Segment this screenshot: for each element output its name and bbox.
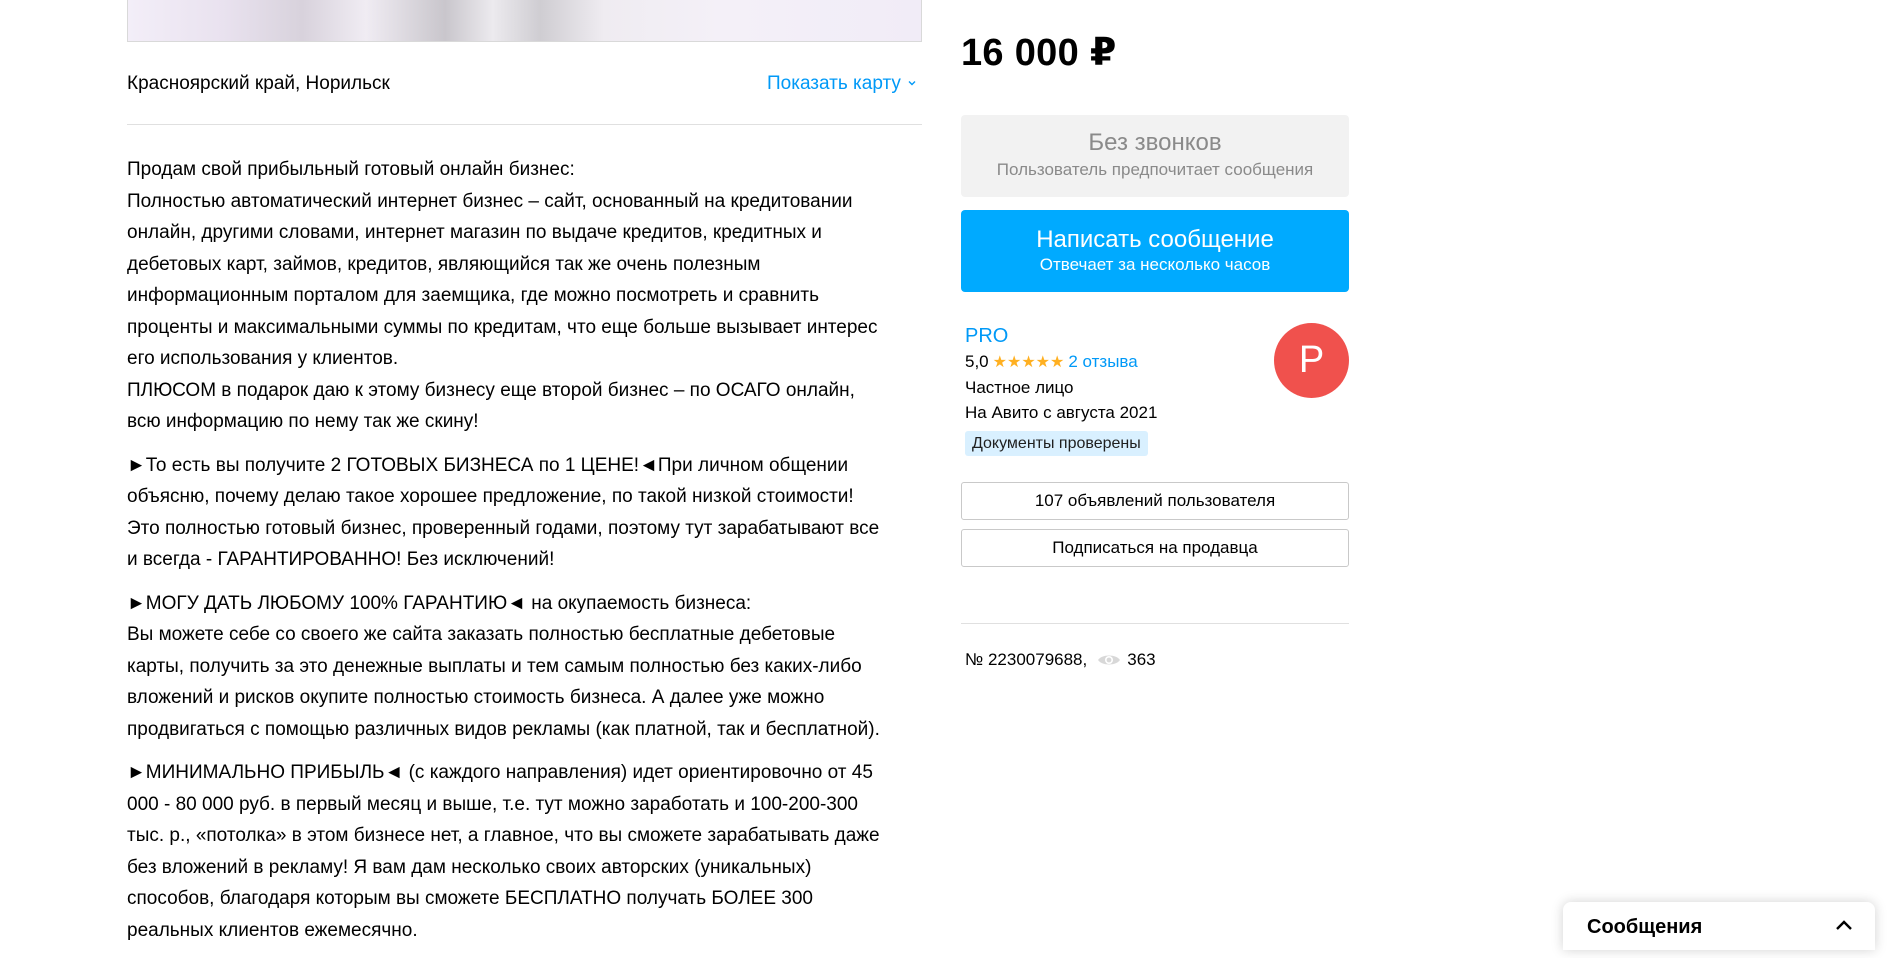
subscribe-seller-button[interactable]: Подписаться на продавца [961, 529, 1349, 567]
description-paragraph: ►МИНИМАЛЬНО ПРИБЫЛЬ◄ (с каждого направле… [127, 762, 880, 941]
rating-stars: ★★★★★ [993, 354, 1065, 371]
seller-name-link[interactable]: PRO [965, 323, 1265, 349]
star-icon: ★ [1050, 354, 1065, 371]
star-icon: ★ [1035, 354, 1051, 371]
chevron-down-icon [908, 81, 916, 86]
show-map-label: Показать карту [767, 73, 901, 94]
write-message-label: Написать сообщение [1036, 226, 1274, 253]
ad-meta: № 2230079688, 363 [965, 650, 1156, 670]
seller-rating: 5,0 ★★★★★ 2 отзыва [965, 350, 1265, 375]
avatar[interactable]: P [1274, 323, 1349, 398]
no-calls-subtitle: Пользователь предпочитает сообщения [996, 160, 1314, 179]
description-paragraph: ►МОГУ ДАТЬ ЛЮБОМУ 100% ГАРАНТИЮ◄ на окуп… [127, 592, 880, 740]
user-listings-button[interactable]: 107 объявлений пользователя [961, 482, 1349, 520]
messages-panel-title: Сообщения [1587, 916, 1703, 938]
no-calls-title: Без звонков [1088, 129, 1222, 156]
description-paragraph: ►То есть вы получите 2 ГОТОВЫХ БИЗНЕСА п… [127, 454, 880, 571]
show-map-link[interactable]: Показать карту [767, 73, 916, 95]
description-paragraph: Продам свой прибыльный готовый онлайн би… [127, 159, 878, 432]
photo-gallery-strip[interactable] [127, 0, 922, 42]
response-time-label: Отвечает за несколько часов [1039, 255, 1271, 274]
star-icon: ★ [1021, 354, 1036, 371]
no-calls-notice: Без звонков Пользователь предпочитает со… [961, 115, 1349, 197]
divider [127, 124, 922, 125]
star-icon: ★ [992, 354, 1007, 371]
divider [961, 623, 1349, 624]
seller-info: PRO 5,0 ★★★★★ 2 отзыва Частное лицо На Ави… [965, 323, 1265, 456]
seller-since: На Авито с августа 2021 [965, 403, 1158, 422]
star-icon: ★ [1006, 354, 1022, 371]
write-message-button[interactable]: Написать сообщение Отвечает за несколько… [961, 210, 1349, 292]
chevron-up-icon[interactable] [1835, 919, 1853, 931]
eye-icon [1098, 655, 1121, 665]
location-text: Красноярский край, Норильск [127, 73, 390, 94]
price: 16 000 ₽ [961, 32, 1117, 74]
messages-panel[interactable]: Сообщения [1563, 902, 1875, 950]
rating-value: 5,0 [965, 352, 989, 371]
views-count: 363 [1127, 650, 1156, 669]
reviews-link[interactable]: 2 отзыва [1068, 352, 1137, 371]
ad-number: № 2230079688, [965, 650, 1088, 669]
documents-verified-badge: Документы проверены [965, 431, 1148, 456]
seller-type: Частное лицо [965, 378, 1074, 397]
item-description: Продам свой прибыльный готовый онлайн би… [127, 154, 937, 958]
